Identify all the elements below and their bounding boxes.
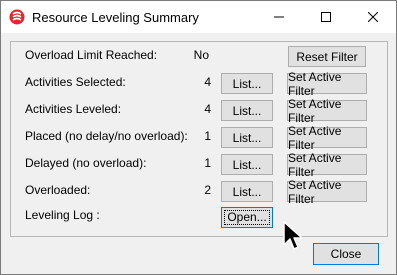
activities-leveled-value: 4 [204,102,211,116]
summary-panel: Overload Limit Reached: No Reset Filter … [10,41,388,237]
minimize-icon [274,16,284,18]
placed-filter-button[interactable]: Set Active Filter [287,124,367,152]
delayed-list-button[interactable]: List... [221,154,273,175]
activities-selected-value: 4 [204,75,211,89]
close-button[interactable]: Close [313,243,379,265]
overload-limit-label: Overload Limit Reached: [25,48,158,62]
overloaded-filter-button[interactable]: Set Active Filter [287,178,367,206]
activities-selected-label: Activities Selected: [25,75,126,89]
minimize-button[interactable] [256,1,302,33]
placed-label: Placed (no delay/no overload): [25,129,188,143]
reset-filter-button[interactable]: Reset Filter [288,46,366,67]
open-log-button[interactable]: Open... [221,207,273,228]
title-bar[interactable]: Resource Leveling Summary [1,1,396,33]
leveling-log-label: Leveling Log : [25,208,100,222]
delayed-filter-button[interactable]: Set Active Filter [287,151,367,179]
placed-value: 1 [204,129,211,143]
close-icon [368,12,378,22]
app-logo-icon [9,9,25,25]
overloaded-list-button[interactable]: List... [221,181,273,202]
delayed-value: 1 [204,156,211,170]
activities-selected-list-button[interactable]: List... [221,73,273,94]
placed-list-button[interactable]: List... [221,127,273,148]
window-title: Resource Leveling Summary [32,10,199,25]
maximize-button[interactable] [303,1,349,33]
overload-limit-value: No [193,48,209,62]
mouse-pointer-icon [283,221,303,250]
overloaded-value: 2 [204,183,211,197]
dialog-window: Resource Leveling Summary Overload Limit… [0,0,397,275]
activities-leveled-filter-button[interactable]: Set Active Filter [287,97,367,125]
open-log-button-label: Open... [224,210,270,225]
overloaded-label: Overloaded: [25,183,91,197]
close-window-button[interactable] [350,1,396,33]
activities-leveled-label: Activities Leveled: [25,102,122,116]
maximize-icon [321,12,331,22]
activities-selected-filter-button[interactable]: Set Active Filter [287,70,367,98]
activities-leveled-list-button[interactable]: List... [221,100,273,121]
delayed-label: Delayed (no overload): [25,156,147,170]
